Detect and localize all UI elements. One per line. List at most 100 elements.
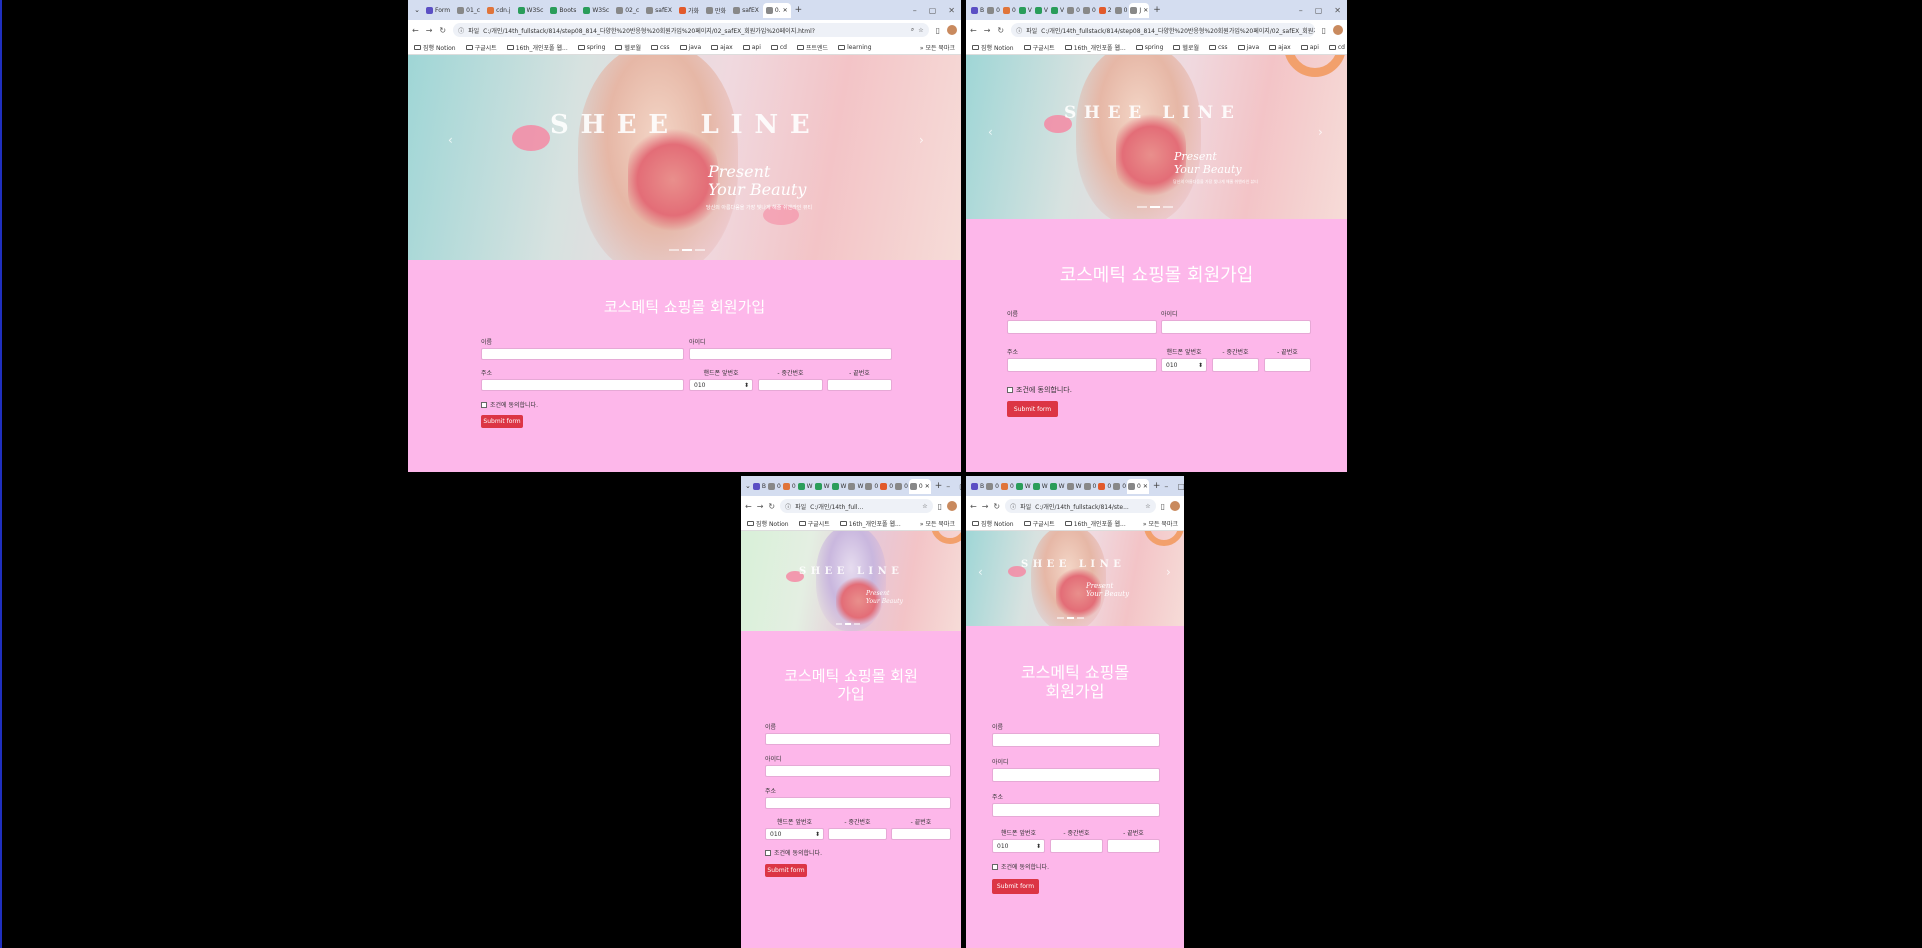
agree-checkbox[interactable]: 조건에 동의합니다. bbox=[481, 400, 538, 409]
browser-tab[interactable]: 0 bbox=[1066, 3, 1081, 18]
browser-tab[interactable]: V bbox=[1018, 3, 1033, 18]
bookmark-item[interactable]: java bbox=[679, 44, 701, 51]
last-number-input[interactable] bbox=[1107, 839, 1160, 853]
bookmark-item[interactable]: 짐행 Notion bbox=[972, 43, 1014, 52]
mid-number-input[interactable] bbox=[828, 828, 887, 840]
submit-button[interactable]: Submit form bbox=[481, 415, 523, 428]
address-bar[interactable]: ⓘ 파일 C:/개인/14th_full... ☆ bbox=[780, 499, 933, 513]
carousel-prev-icon[interactable]: ‹ bbox=[988, 125, 993, 139]
tab-close-icon[interactable]: ✕ bbox=[783, 7, 788, 14]
name-input[interactable] bbox=[1007, 320, 1157, 334]
address-bar[interactable]: ⓘ 파일 C:/개인/14th_fullstack/814/step08_814_다… bbox=[1011, 23, 1315, 37]
browser-tab[interactable]: 0 bbox=[864, 479, 879, 494]
bookmark-item[interactable]: css bbox=[1208, 44, 1228, 51]
avatar[interactable] bbox=[947, 25, 957, 35]
sidebar-icon[interactable]: ▯ bbox=[938, 502, 942, 511]
bookmark-item[interactable]: learning bbox=[838, 44, 872, 51]
browser-tab[interactable]: 02_c bbox=[613, 3, 642, 18]
star-icon[interactable]: ☆ bbox=[918, 27, 923, 34]
bookmark-item[interactable]: css bbox=[650, 44, 670, 51]
all-bookmarks-label[interactable]: 모든 북마크 bbox=[925, 521, 955, 528]
carousel-indicators[interactable] bbox=[669, 249, 705, 251]
sidebar-icon[interactable]: ▯ bbox=[936, 26, 940, 35]
bookmark-item[interactable]: 구글시트 bbox=[1023, 519, 1055, 528]
carousel-indicators[interactable] bbox=[1137, 206, 1173, 208]
phone-prefix-select[interactable]: 010 ⬍ bbox=[992, 839, 1045, 853]
bookmark-item[interactable]: cd bbox=[1328, 44, 1345, 51]
bookmark-item[interactable]: 프트엔드 bbox=[796, 43, 828, 52]
browser-tab[interactable]: W bbox=[831, 479, 848, 494]
mid-number-input[interactable] bbox=[758, 379, 823, 391]
new-tab-button[interactable]: + bbox=[792, 5, 806, 15]
more-bookmarks-icon[interactable]: » 모든 북마크 bbox=[920, 519, 955, 528]
bookmark-item[interactable]: 16th_개인포폴 웹... bbox=[839, 519, 901, 528]
browser-tab[interactable]: cdn.j bbox=[484, 3, 513, 18]
sidebar-icon[interactable]: ▯ bbox=[1322, 26, 1326, 35]
tab-close-icon[interactable]: ✕ bbox=[1143, 7, 1148, 14]
submit-button[interactable]: Submit form bbox=[992, 879, 1039, 894]
browser-tab[interactable]: 01_c bbox=[454, 3, 483, 18]
forward-icon[interactable]: → bbox=[426, 26, 433, 35]
close-icon[interactable]: ✕ bbox=[948, 6, 955, 15]
browser-tab[interactable]: Form bbox=[423, 3, 453, 18]
address-input[interactable] bbox=[481, 379, 684, 391]
browser-tab[interactable]: W3Sc bbox=[515, 3, 547, 18]
browser-tab[interactable]: 0 bbox=[1082, 3, 1097, 18]
submit-button[interactable]: Submit form bbox=[765, 864, 807, 877]
all-bookmarks-label[interactable]: 모든 북마크 bbox=[1148, 521, 1178, 528]
browser-tab[interactable]: B bbox=[970, 479, 985, 494]
bookmark-item[interactable]: spring bbox=[1135, 44, 1163, 51]
avatar[interactable] bbox=[947, 501, 957, 511]
checkbox-box[interactable] bbox=[765, 849, 771, 856]
minimize-icon[interactable]: – bbox=[1164, 482, 1168, 491]
bookmark-item[interactable]: 16th_개인포폴 웹... bbox=[1064, 43, 1126, 52]
back-icon[interactable]: ← bbox=[970, 26, 977, 35]
browser-tab[interactable]: V bbox=[1034, 3, 1049, 18]
bookmark-item[interactable]: 구글시트 bbox=[465, 43, 497, 52]
carousel-next-icon[interactable]: › bbox=[1166, 565, 1171, 579]
browser-tab[interactable]: W bbox=[1032, 479, 1049, 494]
more-bookmarks-icon[interactable]: » 모든 북마크 bbox=[1143, 519, 1178, 528]
reload-icon[interactable]: ↻ bbox=[439, 26, 446, 35]
name-input[interactable] bbox=[481, 348, 684, 360]
browser-tab[interactable]: W bbox=[814, 479, 831, 494]
star-icon[interactable]: ☆ bbox=[922, 503, 927, 510]
name-input[interactable] bbox=[765, 733, 951, 745]
carousel-indicators[interactable] bbox=[836, 623, 860, 625]
phone-prefix-select[interactable]: 010 ⬍ bbox=[1161, 358, 1207, 372]
last-number-input[interactable] bbox=[891, 828, 951, 840]
tab-list-icon[interactable]: ⌄ bbox=[745, 481, 751, 491]
avatar[interactable] bbox=[1333, 25, 1343, 35]
tab-close-icon[interactable]: ✕ bbox=[1143, 483, 1148, 490]
new-tab-button[interactable]: + bbox=[932, 481, 946, 491]
phone-prefix-select[interactable]: 010 ⬍ bbox=[689, 379, 753, 391]
address-input[interactable] bbox=[1007, 358, 1157, 372]
browser-tab[interactable]: 만화 bbox=[703, 3, 729, 18]
star-icon[interactable]: ☆ bbox=[1145, 503, 1150, 510]
carousel-next-icon[interactable]: › bbox=[919, 133, 924, 147]
avatar[interactable] bbox=[1170, 501, 1180, 511]
reload-icon[interactable]: ↻ bbox=[768, 502, 775, 511]
browser-tab[interactable]: W bbox=[797, 479, 814, 494]
bookmark-item[interactable]: 짐행 Notion bbox=[414, 43, 456, 52]
back-icon[interactable]: ← bbox=[412, 26, 419, 35]
browser-tab[interactable]: 0 bbox=[1083, 479, 1098, 494]
bookmark-item[interactable]: 헬로월 bbox=[1173, 43, 1199, 52]
name-input[interactable] bbox=[992, 733, 1160, 747]
back-icon[interactable]: ← bbox=[745, 502, 752, 511]
browser-tab[interactable]: safEX bbox=[730, 3, 762, 18]
browser-tab[interactable]: 0 bbox=[782, 479, 797, 494]
address-bar[interactable]: ⓘ 파일 C:/개인/14th_fullstack/814/ste... ☆ bbox=[1005, 499, 1156, 513]
minimize-icon[interactable]: – bbox=[946, 482, 950, 491]
browser-tab[interactable]: 0. ✕ bbox=[762, 2, 791, 18]
forward-icon[interactable]: → bbox=[984, 26, 991, 35]
maximize-icon[interactable]: ▢ bbox=[1315, 6, 1323, 15]
address-input[interactable] bbox=[765, 797, 951, 809]
submit-button[interactable]: Submit form bbox=[1007, 401, 1058, 417]
reload-icon[interactable]: ↻ bbox=[997, 26, 1004, 35]
browser-tab[interactable]: W bbox=[1015, 479, 1032, 494]
carousel-prev-icon[interactable]: ‹ bbox=[448, 133, 453, 147]
zoom-icon[interactable]: ⌕ bbox=[911, 26, 914, 34]
browser-tab[interactable]: W bbox=[1066, 479, 1083, 494]
minimize-icon[interactable]: – bbox=[913, 6, 917, 15]
